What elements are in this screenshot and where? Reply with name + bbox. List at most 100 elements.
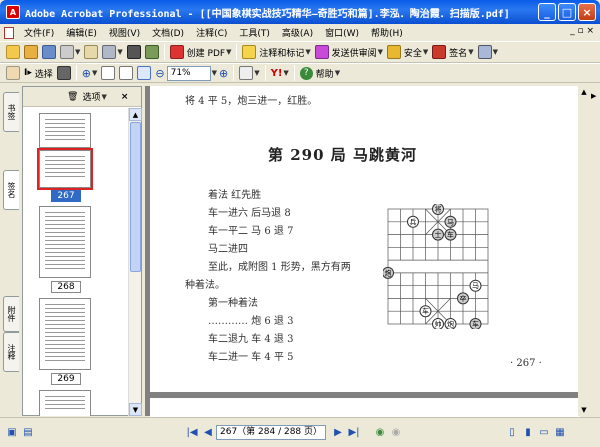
options-menu[interactable]: 选项 (82, 90, 100, 103)
chess-piece-red-chariot: 车 (419, 305, 432, 318)
scroll-up-icon[interactable]: ▲ (129, 108, 142, 121)
page-number-field[interactable]: 267（第 284 / 288 页） (216, 425, 327, 440)
thumbnail-page-270[interactable] (39, 390, 91, 416)
maximize-button[interactable]: □ (558, 3, 576, 21)
navigation-toolbar: I▸ 选择 ⊕ ▼ ⊖ 71% ▼ ⊕ ▼ Y! ▼ ? 帮助 ▼ (0, 63, 600, 83)
previous-page-button[interactable]: ◀ (200, 425, 216, 441)
thumbnail-page-266[interactable] (39, 113, 91, 148)
svg-text:士: 士 (435, 230, 442, 239)
chevron-right-icon[interactable]: ▶ (591, 92, 596, 100)
chess-piece-black-general: 将 (432, 204, 444, 215)
save-button[interactable] (40, 43, 58, 61)
panel-scrollbar[interactable]: ▲ ▼ (128, 108, 142, 416)
organizer-button[interactable] (22, 43, 40, 61)
single-page-layout-icon[interactable]: ▯ (504, 425, 520, 441)
menu-edit[interactable]: 编辑(E) (60, 26, 103, 39)
chess-piece-black-horse: 马 (444, 215, 457, 228)
stamp-button[interactable] (143, 43, 161, 61)
page-line: 至此，成附图 1 形势，黑方有两 (208, 262, 351, 273)
print-button[interactable]: ▼ (58, 43, 82, 61)
menu-tools[interactable]: 工具(T) (233, 26, 276, 39)
svg-text:车: 车 (447, 230, 454, 239)
menu-document[interactable]: 文档(D) (146, 26, 190, 39)
menu-window[interactable]: 窗口(W) (319, 26, 365, 39)
scroll-thumb[interactable] (130, 122, 141, 272)
fit-width-button[interactable] (135, 64, 153, 82)
continuous-layout-icon[interactable]: ▮ (520, 425, 536, 441)
create-pdf-icon (169, 45, 184, 59)
close-button[interactable]: × (578, 3, 596, 21)
open-button[interactable] (4, 43, 22, 61)
minimize-button[interactable]: _ (538, 3, 556, 21)
zoom-input[interactable]: 71% (166, 65, 211, 81)
page-line: 车二退九 车 4 退 3 (208, 334, 294, 345)
last-page-button[interactable]: ▶| (346, 425, 362, 441)
actual-size-button[interactable] (99, 64, 117, 82)
document-window-controls[interactable]: _ ▫ × (570, 26, 594, 36)
document-view[interactable]: 将 4 平 5，炮三进一，红胜。 第 290 局 马跳黄河 着法 红先胜 车一进… (145, 86, 589, 418)
svg-text:车: 车 (472, 320, 479, 329)
forms-button[interactable]: ▼ (476, 43, 500, 61)
tab-signatures[interactable]: 签名 (3, 170, 19, 210)
fit-page-button[interactable] (117, 64, 135, 82)
facing-layout-icon[interactable]: ▭ (536, 425, 552, 441)
thumbnail-page-267[interactable] (37, 148, 93, 190)
search-button[interactable] (125, 43, 143, 61)
panel-toggle-icon[interactable]: ▣ (4, 425, 20, 441)
comment-markup-button[interactable]: 注释和标记 ▼ (240, 43, 312, 61)
chess-piece-red-cannon: 炮 (444, 318, 457, 329)
help-button[interactable]: ? 帮助 ▼ (298, 64, 342, 82)
email-button[interactable] (82, 43, 100, 61)
yahoo-icon: Y! (270, 67, 283, 79)
snapshot-button[interactable] (55, 64, 73, 82)
menu-comments[interactable]: 注释(C) (190, 26, 233, 39)
right-pane-toggle[interactable]: ▶ (590, 86, 600, 416)
zoom-tool-button[interactable]: ⊕ ▼ (80, 64, 100, 82)
security-button[interactable]: 安全 ▼ (385, 43, 430, 61)
svg-text:炮: 炮 (385, 268, 392, 277)
chess-pieces: 将 马 兵 士 车 炮 马 卒 车 帅 炮 车 (383, 204, 482, 329)
stamp-icon (144, 45, 159, 59)
pen-icon (432, 45, 447, 59)
scroll-up-icon[interactable]: ▲ (578, 86, 590, 98)
document-scrollbar[interactable]: ▲ ▼ (578, 86, 590, 416)
select-tool-button[interactable]: I▸ 选择 (22, 64, 55, 82)
svg-text:马: 马 (447, 218, 454, 226)
trash-icon[interactable]: 🗑 (67, 92, 78, 102)
chess-piece-red-pawn: 兵 (407, 215, 419, 228)
menu-view[interactable]: 视图(V) (103, 26, 146, 39)
menu-help[interactable]: 帮助(H) (365, 26, 409, 39)
menu-advanced[interactable]: 高级(A) (276, 26, 319, 39)
yahoo-button[interactable]: Y! ▼ (269, 64, 291, 82)
next-page-button[interactable]: ▶ (330, 425, 346, 441)
plus-circle-icon: ⊕ (218, 66, 229, 80)
create-pdf-button[interactable]: 创建 PDF ▼ (168, 43, 234, 61)
thumbnail-page-269[interactable] (39, 298, 91, 370)
page-line: 车一进六 后马退 8 (208, 208, 291, 219)
continuous-facing-layout-icon[interactable]: ▦ (552, 425, 568, 441)
layer-icon[interactable]: ▤ (20, 425, 36, 441)
tab-attachments[interactable]: 附件 (3, 296, 19, 332)
first-page-button[interactable]: |◀ (184, 425, 200, 441)
tab-comments[interactable]: 注释 (3, 332, 19, 372)
tab-bookmarks[interactable]: 书签 (3, 92, 19, 132)
previous-view-button[interactable]: ◉ (372, 425, 388, 441)
thumbnail-page-268[interactable] (39, 206, 91, 278)
page-line: 着法 红先胜 (208, 190, 262, 201)
send-review-button[interactable]: 发送供审阅 ▼ (313, 43, 385, 61)
panel-close-button[interactable]: × (121, 92, 129, 102)
sign-button[interactable]: 签名 ▼ (430, 43, 475, 61)
document-icon[interactable] (4, 26, 14, 39)
scroll-down-icon[interactable]: ▼ (578, 404, 590, 416)
rotate-button[interactable]: ▼ (237, 64, 261, 82)
zoom-out-button[interactable]: ⊖ (153, 64, 166, 82)
acrobat-app-icon[interactable]: A (6, 5, 20, 19)
hand-tool-button[interactable] (4, 64, 22, 82)
next-view-button[interactable]: ◉ (388, 425, 404, 441)
scroll-down-icon[interactable]: ▼ (129, 403, 142, 416)
lock-icon (387, 45, 402, 59)
zoom-in-button[interactable]: ⊕ (217, 64, 230, 82)
attach-button[interactable]: ▼ (100, 43, 124, 61)
menu-file[interactable]: 文件(F) (18, 26, 60, 39)
page-line: 车一平二 马 6 退 7 (208, 226, 294, 237)
